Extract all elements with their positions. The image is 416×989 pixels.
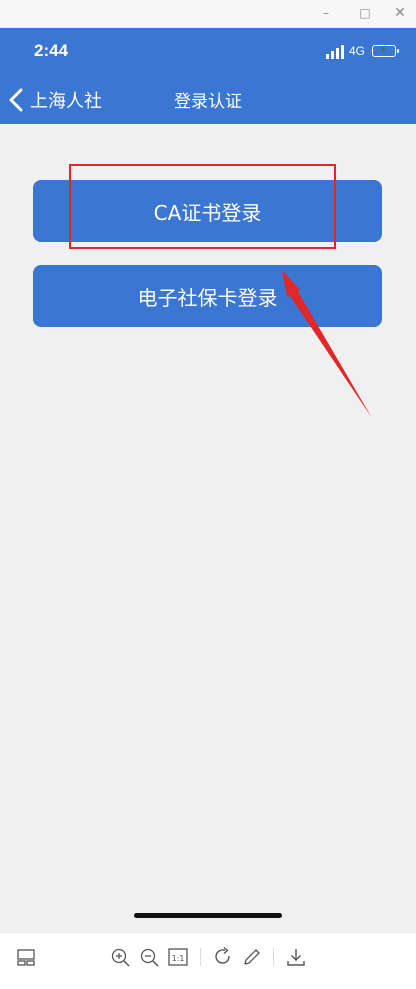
window-title-bar: – □ ✕ [0,0,416,28]
edit-icon[interactable] [241,946,263,968]
actual-size-label: 1:1 [172,954,185,963]
charging-icon: ⚡ [379,43,387,56]
minimize-button[interactable]: – [317,4,335,22]
back-label: 上海人社 [30,91,102,112]
signal-icon [326,45,346,59]
battery-icon: ⚡ [372,43,399,57]
back-button[interactable]: 上海人社 [8,86,102,114]
network-type: 4G [349,44,366,58]
thumbnail-icon[interactable] [15,946,37,968]
rotate-icon[interactable] [212,946,234,968]
toolbar-divider [200,948,201,966]
social-security-card-login-button[interactable]: 电子社保卡登录 [33,265,382,327]
navigation-bar: 登录认证 上海人社 [0,76,416,124]
download-icon[interactable] [285,946,307,968]
actual-size-icon[interactable]: 1:1 [167,946,189,968]
maximize-button[interactable]: □ [356,4,374,22]
status-bar: 2:44 4G ⚡ [0,28,416,76]
toolbar-divider [273,948,274,966]
page-title-text: 登录认证 [174,92,242,112]
zoom-in-icon[interactable] [109,946,131,968]
close-button[interactable]: ✕ [391,4,409,22]
phone-screen: 2:44 4G ⚡ 登录认证 上海人社 CA证书登录 电子社保卡登录 [0,28,416,932]
viewer-toolbar: 1:1 [0,932,416,989]
home-indicator[interactable] [134,913,282,918]
zoom-out-icon[interactable] [138,946,160,968]
chevron-left-icon [9,88,23,112]
status-time: 2:44 [34,41,69,60]
highlight-box [69,164,336,249]
